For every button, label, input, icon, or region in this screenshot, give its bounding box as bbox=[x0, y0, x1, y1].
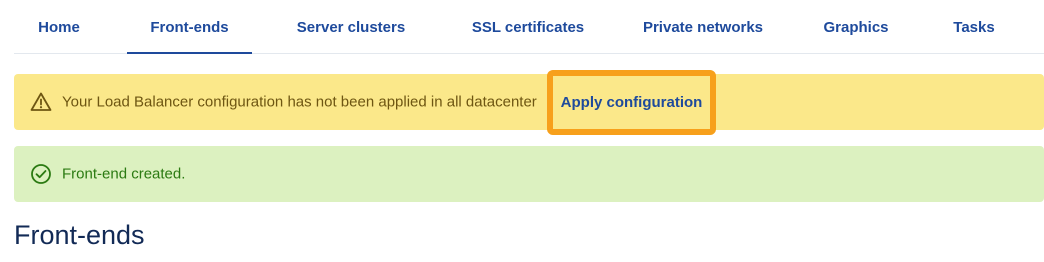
success-banner: Front-end created. bbox=[14, 146, 1044, 202]
tab-private-networks[interactable]: Private networks bbox=[623, 0, 783, 54]
success-message: Front-end created. bbox=[62, 165, 186, 183]
tab-server-clusters[interactable]: Server clusters bbox=[276, 0, 426, 54]
page-title: Front-ends bbox=[14, 220, 145, 250]
tab-home[interactable]: Home bbox=[14, 0, 104, 54]
tab-ssl-certificates[interactable]: SSL certificates bbox=[453, 0, 603, 54]
tab-front-ends[interactable]: Front-ends bbox=[127, 0, 252, 54]
apply-configuration-highlight: Apply configuration bbox=[547, 70, 716, 135]
nav-tabs: Home Front-ends Server clusters SSL cert… bbox=[14, 0, 1044, 54]
warning-message: Your Load Balancer configuration has not… bbox=[62, 93, 537, 111]
warning-banner: Your Load Balancer configuration has not… bbox=[14, 74, 1044, 130]
apply-configuration-link[interactable]: Apply configuration bbox=[561, 94, 703, 111]
tab-graphics[interactable]: Graphics bbox=[801, 0, 911, 54]
warning-triangle-icon bbox=[30, 91, 52, 113]
check-circle-icon bbox=[30, 163, 52, 185]
tab-tasks[interactable]: Tasks bbox=[934, 0, 1014, 54]
